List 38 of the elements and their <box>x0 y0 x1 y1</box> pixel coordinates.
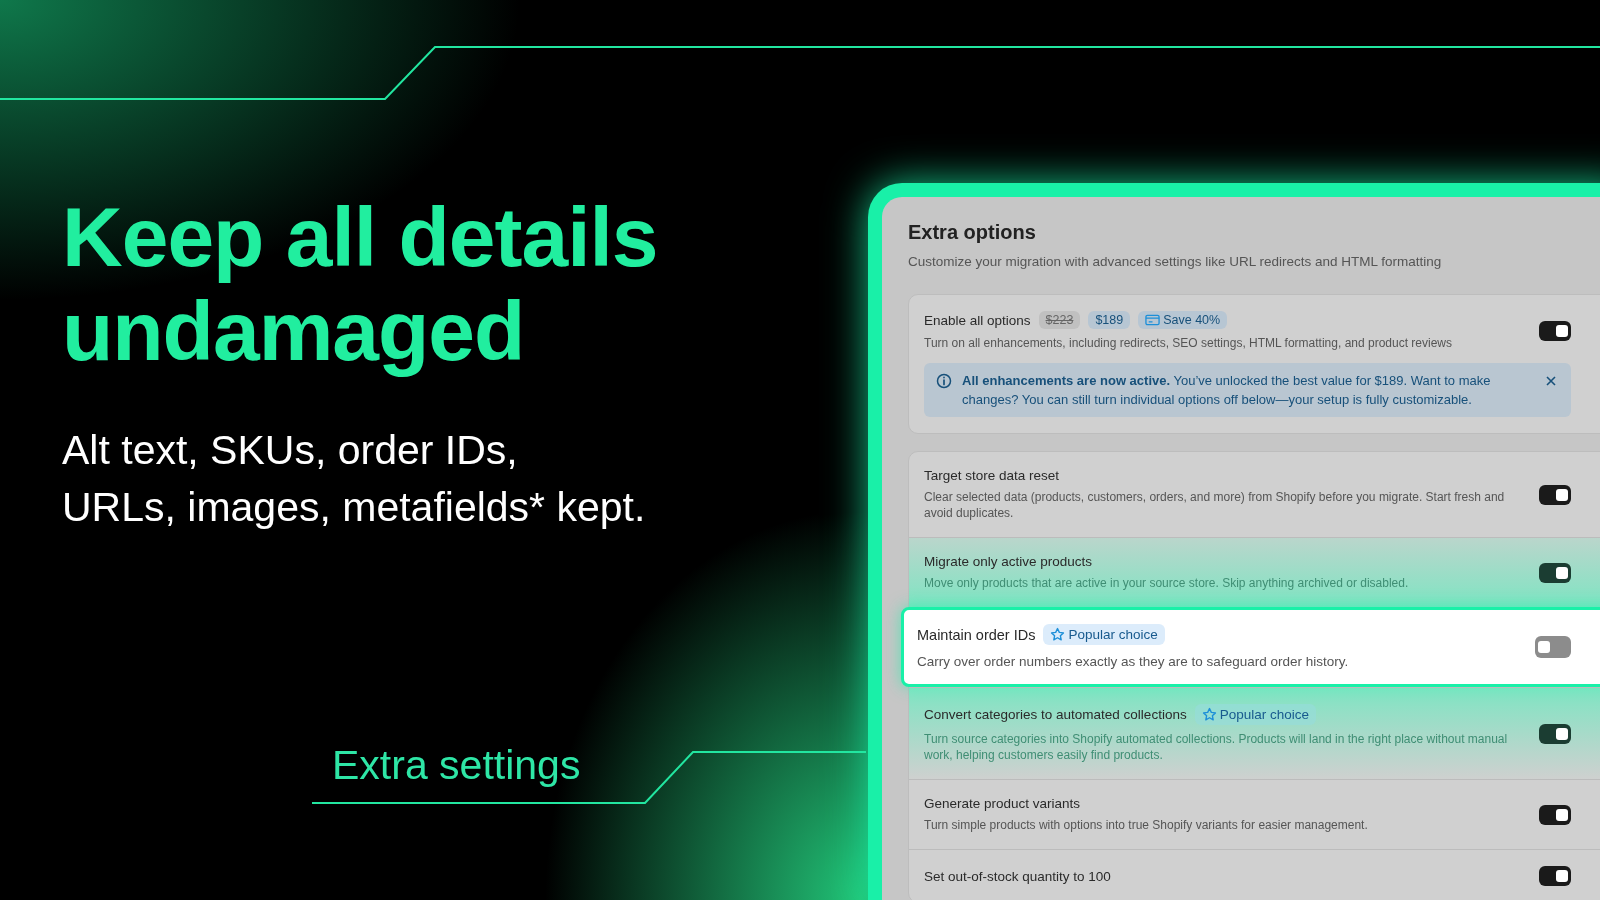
toggle-switch[interactable] <box>1539 866 1571 886</box>
option-description: Turn on all enhancements, including redirects, SEO settings, HTML formatting, and product reviews <box>924 335 1453 351</box>
option-description: Turn simple products with options into true Shopify variants for easier management. <box>924 817 1369 833</box>
star-icon <box>1050 627 1066 642</box>
option-description: Turn source categories into Shopify automated collections. Products will land in the right place without manual work, helping customers easily find products. <box>924 731 1509 763</box>
section-label: Extra settings <box>332 742 581 789</box>
option-title: Generate product variants <box>924 796 1081 811</box>
option-title: Migrate only active products <box>924 554 1093 569</box>
discount-badge: Save 40% <box>1138 311 1228 329</box>
toggle-switch[interactable] <box>1539 321 1571 341</box>
toggle-switch[interactable] <box>1539 484 1571 505</box>
option-title: Enable all options <box>924 312 1031 328</box>
panel-title: Extra options <box>908 221 1037 244</box>
subheadline: URLs, images, metafields* kept. <box>62 483 646 532</box>
price-badge: $223 <box>1038 311 1081 329</box>
option-description: Carry over order numbers exactly as they are to safeguard order history. <box>917 654 1350 670</box>
info-icon <box>936 373 952 389</box>
popular-badge: Popular choice <box>1043 624 1165 645</box>
toggle-switch[interactable] <box>1539 723 1571 744</box>
option-description: Clear selected data (products, customers, orders, and more) from Shopify before you migrate. Start fresh and avoid duplicates. <box>924 489 1506 521</box>
subheadline: Alt text, SKUs, order IDs, <box>62 426 518 475</box>
option-description: Move only products that are active in your source store. Skip anything archived or disabled. <box>924 575 1410 591</box>
close-icon[interactable] <box>1545 375 1557 387</box>
headline: Keep all details <box>62 190 658 284</box>
option-title: Convert categories to automated collections <box>924 707 1187 722</box>
toggle-switch[interactable] <box>1535 636 1571 658</box>
toggle-switch[interactable] <box>1539 804 1571 825</box>
option-title: Maintain order IDs <box>917 626 1036 643</box>
popular-badge: Popular choice <box>1194 704 1316 725</box>
price-badge: $189 <box>1088 311 1131 329</box>
option-title: Target store data reset <box>924 468 1060 483</box>
option-title: Set out-of-stock quantity to 100 <box>924 868 1111 884</box>
star-icon <box>1201 707 1217 722</box>
headline: undamaged <box>62 284 525 378</box>
panel-subtitle: Customize your migration with advanced settings like URL redirects and HTML formatting <box>908 254 1442 269</box>
card-icon <box>1145 314 1161 326</box>
toggle-switch[interactable] <box>1539 562 1571 583</box>
banner-message: All enhancements are now active. You’ve unlocked the best value for $189. Want to make changes? You can still turn individual options off below—your setup is fully customizable. <box>962 372 1492 409</box>
